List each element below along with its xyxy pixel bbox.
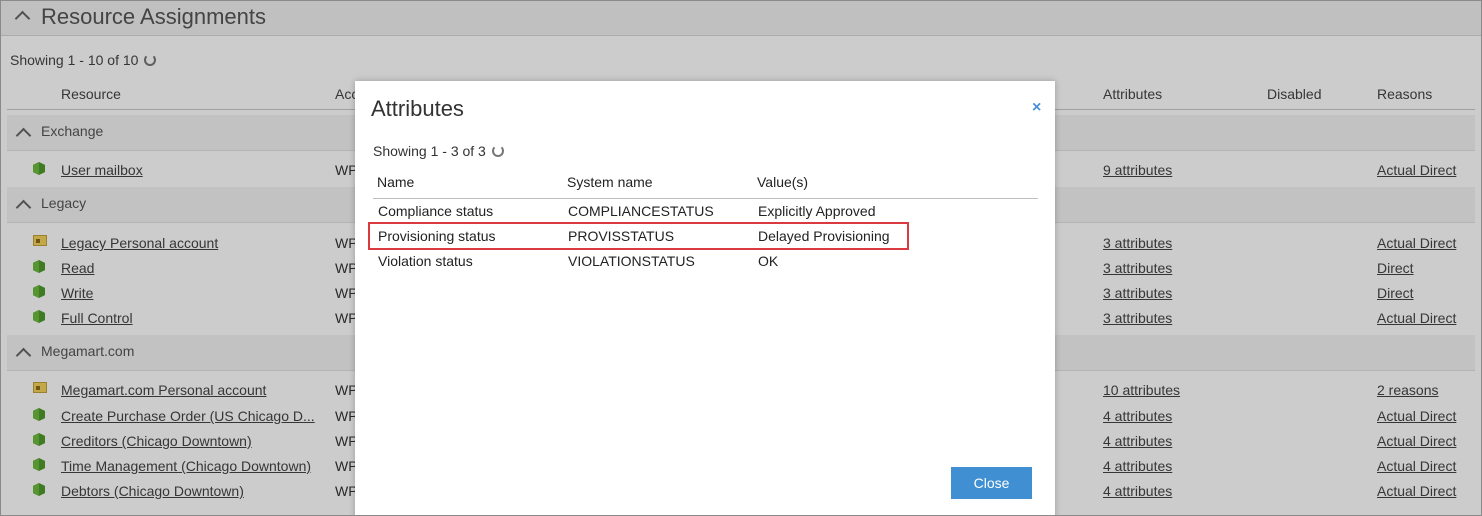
attribute-row: Violation status VIOLATIONSTATUS OK bbox=[373, 249, 1038, 274]
attribute-name: Provisioning status bbox=[378, 228, 496, 244]
attribute-row: Compliance status COMPLIANCESTATUS Explici… bbox=[373, 199, 1038, 224]
column-header-system-name[interactable]: System name bbox=[567, 174, 653, 190]
column-header-values[interactable]: Value(s) bbox=[757, 174, 808, 190]
attribute-value: Delayed Provisioning bbox=[758, 228, 890, 244]
attributes-dialog: Attributes × Showing 1 - 3 of 3 Name Sys… bbox=[355, 81, 1055, 515]
attribute-name: Compliance status bbox=[378, 203, 494, 219]
attribute-system-name: PROVISSTATUS bbox=[568, 228, 675, 244]
attribute-row: Provisioning status PROVISSTATUS Delayed P… bbox=[373, 224, 1038, 249]
close-icon[interactable]: × bbox=[1032, 99, 1041, 117]
dialog-results-count: Showing 1 - 3 of 3 bbox=[373, 143, 504, 159]
refresh-icon[interactable] bbox=[491, 145, 504, 157]
dialog-table-header: Name System name Value(s) bbox=[373, 169, 1038, 199]
dialog-title: Attributes bbox=[371, 96, 464, 121]
attribute-name: Violation status bbox=[378, 253, 473, 269]
column-header-name[interactable]: Name bbox=[377, 174, 414, 190]
app-window: Resource Assignments Showing 1 - 10 of 1… bbox=[0, 0, 1482, 516]
close-button[interactable]: Close bbox=[951, 467, 1032, 499]
dialog-results-count-text: Showing 1 - 3 of 3 bbox=[373, 143, 486, 159]
attribute-value: Explicitly Approved bbox=[758, 203, 876, 219]
attribute-system-name: COMPLIANCESTATUS bbox=[568, 203, 714, 219]
attribute-value: OK bbox=[758, 253, 779, 269]
attribute-system-name: VIOLATIONSTATUS bbox=[568, 253, 695, 269]
